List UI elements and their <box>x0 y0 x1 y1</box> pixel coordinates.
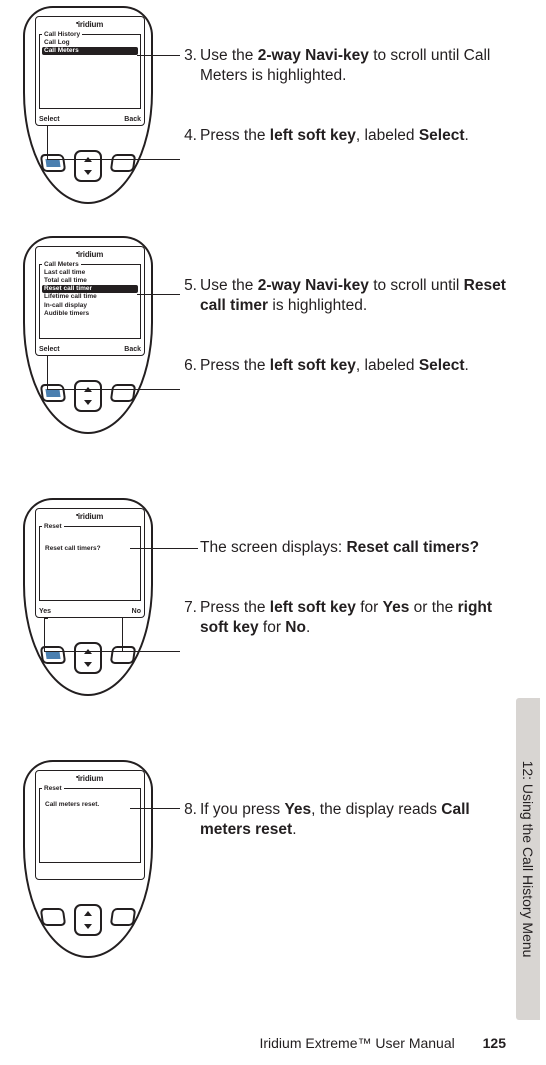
connector-line <box>47 126 48 159</box>
step-8: 8. If you press Yes, the display reads C… <box>182 800 512 840</box>
left-softkey-label: Select <box>39 116 60 123</box>
menu-item-selected: Call Meters <box>42 47 138 55</box>
screen-title: Call History <box>42 31 82 38</box>
chapter-tab-label: 12: Using the Call History Menu <box>520 761 536 958</box>
screen-2: iridium Call Meters Last call time Total… <box>35 246 145 356</box>
right-softkey-label: Back <box>124 116 141 123</box>
right-softkey-label: No <box>132 608 141 615</box>
keypad <box>25 890 151 945</box>
menu-item-selected: Reset call timer <box>42 285 138 293</box>
brand-label: iridium <box>36 771 144 783</box>
keypad <box>25 366 151 421</box>
navi-key[interactable] <box>74 380 102 412</box>
step-3: 3. Use the 2-way Navi-key to scroll unti… <box>182 46 512 86</box>
connector-line <box>44 618 45 651</box>
right-soft-key[interactable] <box>110 646 137 664</box>
right-softkey-label: Back <box>124 346 141 353</box>
left-soft-key[interactable] <box>40 908 67 926</box>
connector-line <box>44 618 48 619</box>
connector-line <box>47 356 48 389</box>
connector-line <box>47 159 180 160</box>
handset-1: iridium Call History Call Log Call Meter… <box>15 6 160 206</box>
left-softkey-label: Yes <box>39 608 51 615</box>
step-6: 6. Press the left soft key, labeled Sele… <box>182 356 512 376</box>
chapter-tab: 12: Using the Call History Menu <box>516 698 540 1020</box>
handset-2: iridium Call Meters Last call time Total… <box>15 236 160 436</box>
step-4: 4. Press the left soft key, labeled Sele… <box>182 126 512 146</box>
screen-4: iridium Reset Call meters reset. <box>35 770 145 880</box>
connector-line <box>122 618 123 651</box>
right-soft-key[interactable] <box>110 908 137 926</box>
menu-item: Audible timers <box>42 310 138 318</box>
handset-4: iridium Reset Call meters reset. <box>15 760 160 960</box>
screen-message: Call meters reset. <box>42 793 138 808</box>
keypad <box>25 136 151 191</box>
handset-3: iridium Reset Reset call timers? Yes No <box>15 498 160 698</box>
left-softkey-label: Select <box>39 346 60 353</box>
footer-title: Iridium Extreme™ User Manual <box>259 1035 454 1051</box>
step-7: 7. Press the left soft key for Yes or th… <box>182 598 512 638</box>
menu-item: Lifetime call time <box>42 293 138 301</box>
right-soft-key[interactable] <box>110 154 137 172</box>
connector-line <box>47 389 180 390</box>
step-5: 5. Use the 2-way Navi-key to scroll unti… <box>182 276 512 316</box>
screen-title: Reset <box>42 523 64 530</box>
right-soft-key[interactable] <box>110 384 137 402</box>
page-footer: Iridium Extreme™ User Manual 125 <box>259 1035 506 1051</box>
screen-message: Reset call timers? <box>42 531 138 552</box>
connector-line <box>44 651 180 652</box>
menu-item: Total call time <box>42 277 138 285</box>
page-number: 125 <box>483 1035 506 1051</box>
connector-line <box>137 55 180 56</box>
connector-line <box>130 548 198 549</box>
navi-key[interactable] <box>74 904 102 936</box>
navi-key[interactable] <box>74 642 102 674</box>
brand-label: iridium <box>36 17 144 29</box>
step-7a: The screen displays: Reset call timers? <box>200 538 512 558</box>
brand-label: iridium <box>36 509 144 521</box>
menu-item: Call Log <box>42 39 138 47</box>
navi-key[interactable] <box>74 150 102 182</box>
brand-label: iridium <box>36 247 144 259</box>
connector-line <box>130 808 180 809</box>
menu-item: In-call display <box>42 302 138 310</box>
screen-title: Reset <box>42 785 64 792</box>
screen-3: iridium Reset Reset call timers? Yes No <box>35 508 145 618</box>
menu-item: Last call time <box>42 269 138 277</box>
screen-title: Call Meters <box>42 261 81 268</box>
connector-line <box>137 294 180 295</box>
left-soft-key[interactable] <box>40 154 67 172</box>
screen-1: iridium Call History Call Log Call Meter… <box>35 16 145 126</box>
left-soft-key[interactable] <box>40 384 67 402</box>
